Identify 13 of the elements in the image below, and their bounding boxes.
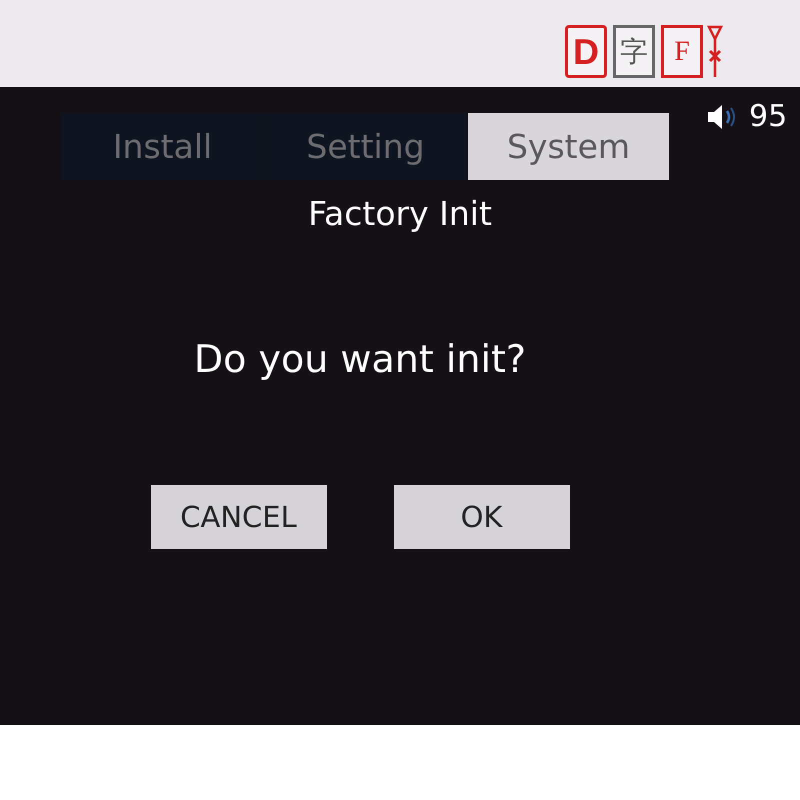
speaker-icon (707, 104, 737, 130)
tab[interactable]: System (468, 113, 669, 180)
dialog-button[interactable]: OK (394, 485, 570, 549)
toolbar-button[interactable]: 字 (613, 25, 655, 78)
dialog-button[interactable]: CANCEL (150, 485, 326, 549)
tab[interactable]: Install (62, 113, 263, 180)
dialog-message: Do you want init? (194, 337, 526, 381)
tab[interactable]: Setting (265, 113, 466, 180)
dialog-title: Factory Init (308, 194, 492, 233)
volume-level: 95 (749, 99, 788, 134)
toolbar-button[interactable]: D (565, 25, 607, 78)
toolbar-button[interactable]: F (661, 25, 703, 78)
antenna-icon[interactable] (707, 25, 723, 77)
